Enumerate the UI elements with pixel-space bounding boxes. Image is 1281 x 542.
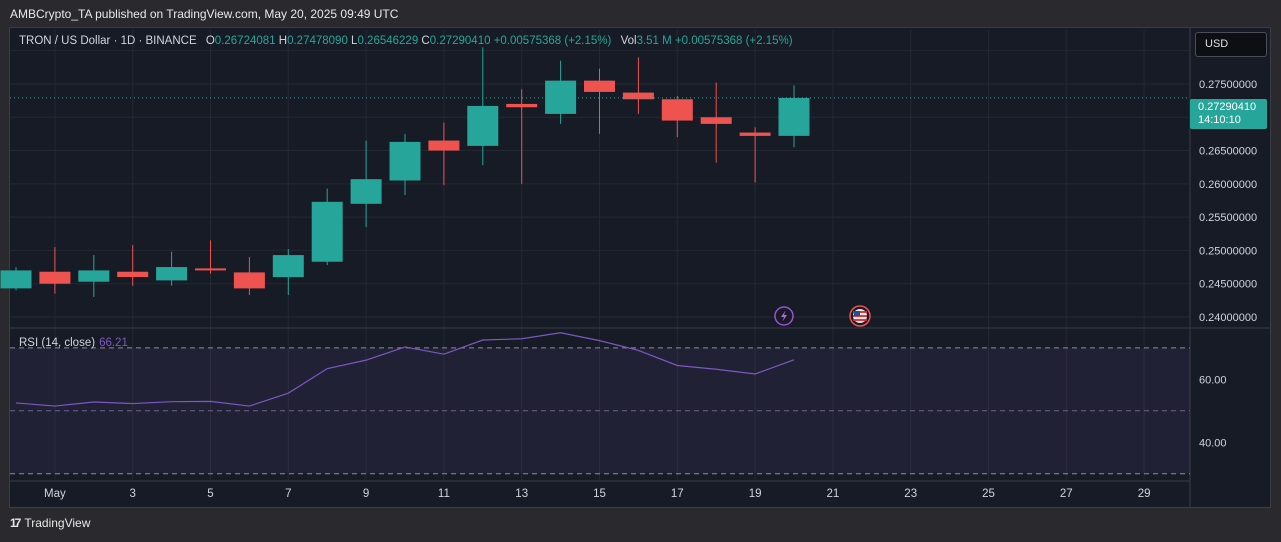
close-label: C <box>421 35 430 47</box>
time-tick-label: 17 <box>671 488 684 500</box>
rsi-tick-label: 60.00 <box>1199 374 1227 386</box>
volume-change: +0.00575368 (+2.15%) <box>674 35 793 47</box>
candle-body <box>0 270 32 289</box>
candle-body <box>661 99 693 121</box>
low-value: 0.26546229 <box>357 35 419 47</box>
candle-body <box>700 117 732 124</box>
time-tick-label: 13 <box>515 488 528 500</box>
candle-body <box>156 267 188 281</box>
rsi-tick-label: 40.00 <box>1199 437 1227 449</box>
time-tick-label: 25 <box>982 488 995 500</box>
time-tick-label: 5 <box>207 488 213 500</box>
us-flag-event-icon <box>849 305 871 327</box>
candle-body <box>389 141 421 181</box>
time-tick-label: 29 <box>1138 488 1151 500</box>
high-value: 0.27478090 <box>287 35 348 47</box>
open-label: O <box>205 35 215 47</box>
rsi-label: RSI (14, close) <box>19 337 96 349</box>
candle-body <box>350 179 382 204</box>
time-tick-label: 9 <box>363 488 369 500</box>
price-tick-label: 0.24500000 <box>1199 279 1257 291</box>
tradingview-logo-icon: 17 <box>10 516 21 530</box>
close-value: 0.27290410 <box>429 35 491 47</box>
time-tick-label: 23 <box>904 488 917 500</box>
last-price-value: 0.27290410 <box>1198 101 1257 113</box>
open-value: 0.26724081 <box>214 35 276 47</box>
last-price-tag: 0.27290410 14:10:10 <box>1190 99 1267 129</box>
event-markers <box>774 305 871 327</box>
flag-stripe <box>853 319 867 321</box>
candle-body <box>467 105 499 146</box>
time-tick-label: 15 <box>593 488 606 500</box>
candle-body <box>778 97 810 136</box>
candle-body <box>428 140 460 151</box>
candles <box>0 47 1190 298</box>
candle-body <box>195 268 226 271</box>
time-tick-label: 3 <box>129 488 135 500</box>
time-axis: May 3 5 7 9 11 13 15 17 19 21 23 25 27 29 <box>44 488 1150 500</box>
time-tick-label: 19 <box>749 488 762 500</box>
candle-body <box>545 80 577 114</box>
candle-body <box>506 103 538 108</box>
chart-canvas[interactable]: 0.24000000 0.24500000 0.25000000 0.25500000… <box>0 0 1281 542</box>
brand-name: TradingView <box>24 516 91 530</box>
rsi-value: 66.21 <box>99 337 128 349</box>
price-tick-label: 0.25500000 <box>1199 212 1257 224</box>
tradingview-logo[interactable]: 17 TradingView <box>10 516 90 530</box>
candle-body <box>233 272 265 289</box>
symbol-legend[interactable]: TRON / US Dollar · 1D · BINANCE O0.26724… <box>19 35 793 47</box>
volume-label: Vol <box>620 35 637 47</box>
candle-body <box>78 270 110 282</box>
price-tick-label: 0.26500000 <box>1199 146 1257 158</box>
candle-body <box>584 80 615 92</box>
lightning-event-icon <box>774 306 794 326</box>
price-tick-label: 0.24000000 <box>1199 312 1257 324</box>
high-label: H <box>278 35 288 47</box>
candle-body <box>117 271 149 278</box>
bar-countdown: 14:10:10 <box>1198 114 1241 126</box>
candle-body <box>739 132 771 136</box>
candle-body <box>311 201 343 262</box>
price-tick-label: 0.27500000 <box>1199 79 1257 91</box>
time-tick-label: 11 <box>438 488 450 500</box>
candle-body <box>272 255 304 278</box>
rsi-panel <box>10 347 1190 475</box>
change-value: +0.00575368 (+2.15%) <box>493 35 612 47</box>
flag-canton <box>854 311 860 316</box>
time-tick-label: 21 <box>827 488 840 500</box>
rsi-legend[interactable]: RSI (14, close) 66.21 <box>19 337 128 349</box>
time-tick-label: 27 <box>1060 488 1073 500</box>
price-tick-label: 0.25000000 <box>1199 245 1257 257</box>
volume-value: 3.51 M <box>636 35 672 47</box>
symbol-title: TRON / US Dollar · 1D · BINANCE <box>19 35 197 47</box>
candle-body <box>39 271 71 284</box>
time-tick-label: May <box>44 488 66 500</box>
price-tick-label: 0.26000000 <box>1199 179 1257 191</box>
currency-button[interactable]: USD <box>1195 32 1267 57</box>
time-tick-label: 7 <box>285 488 291 500</box>
